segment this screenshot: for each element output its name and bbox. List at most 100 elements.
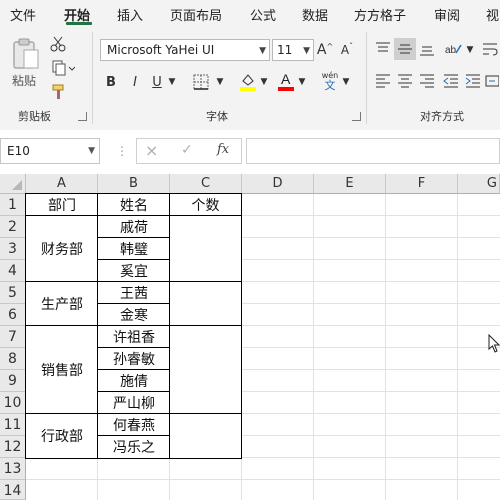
font-launcher-icon[interactable]: [352, 112, 361, 121]
row-header-13[interactable]: 13: [0, 458, 26, 480]
paste-icon: [13, 38, 39, 69]
cell-count-sales[interactable]: [169, 325, 242, 415]
column-header-g[interactable]: G: [458, 174, 500, 194]
row-header-2[interactable]: 2: [0, 216, 26, 238]
formula-input[interactable]: [246, 138, 500, 164]
name-box[interactable]: E10 ▼: [0, 138, 100, 164]
phonetic-bottom-label: 文: [324, 79, 336, 92]
cell-count-production[interactable]: [169, 281, 242, 327]
orientation-icon[interactable]: ab: [442, 38, 464, 60]
cell-dept-production[interactable]: 生产部: [25, 281, 99, 327]
tab-insert[interactable]: 插入: [117, 5, 143, 24]
cell-name[interactable]: 严山柳: [97, 391, 171, 415]
tab-review[interactable]: 审阅: [434, 5, 460, 24]
row-header-14[interactable]: 14: [0, 480, 26, 500]
cell-name[interactable]: 何春燕: [97, 413, 171, 437]
ribbon: 粘贴 剪贴板 Microsoft YaHei UI ▼ 11 ▼ A ^ Aˇ B…: [0, 26, 500, 131]
font-color-icon[interactable]: A: [276, 70, 296, 92]
align-top-icon[interactable]: [372, 38, 394, 60]
cell-b1[interactable]: 姓名: [97, 193, 171, 217]
column-header-d[interactable]: D: [242, 174, 314, 194]
cell-name[interactable]: 戚荷: [97, 215, 171, 239]
copy-icon[interactable]: [48, 58, 78, 78]
column-header-f[interactable]: F: [386, 174, 458, 194]
decrease-indent-icon[interactable]: [440, 70, 462, 92]
cancel-icon[interactable]: ×: [145, 141, 158, 160]
borders-icon[interactable]: [190, 72, 212, 92]
chevron-down-icon[interactable]: ▼: [340, 72, 352, 92]
column-header-a[interactable]: A: [26, 174, 98, 194]
cell-name[interactable]: 冯乐之: [97, 435, 171, 459]
grow-font-button[interactable]: A ^: [316, 40, 334, 60]
column-header-c[interactable]: C: [170, 174, 242, 194]
formula-buttons: × ✓ fx: [136, 138, 242, 164]
row-header-8[interactable]: 8: [0, 348, 26, 370]
align-right-icon[interactable]: [416, 70, 438, 92]
merge-center-icon[interactable]: [484, 70, 500, 92]
svg-text:A: A: [281, 71, 291, 87]
chevron-down-icon[interactable]: ▼: [464, 40, 476, 60]
cell-name[interactable]: 孙睿敏: [97, 347, 171, 371]
row-header-1[interactable]: 1: [0, 194, 26, 216]
font-family-select[interactable]: Microsoft YaHei UI ▼: [100, 39, 270, 61]
grow-font-icon: A: [316, 42, 327, 58]
format-painter-icon[interactable]: [48, 82, 68, 102]
cell-dept-sales[interactable]: 销售部: [25, 325, 99, 415]
cell-name[interactable]: 奚宜: [97, 259, 171, 283]
row-header-9[interactable]: 9: [0, 370, 26, 392]
phonetic-guide-button[interactable]: wén 文: [318, 68, 342, 94]
increase-indent-icon[interactable]: [462, 70, 484, 92]
tab-page-layout[interactable]: 页面布局: [170, 5, 222, 24]
cell-dept-admin[interactable]: 行政部: [25, 413, 99, 459]
wrap-text-icon[interactable]: [480, 38, 500, 60]
row-header-12[interactable]: 12: [0, 436, 26, 458]
align-bottom-icon[interactable]: [416, 38, 438, 60]
tab-fangfang[interactable]: 方方格子: [354, 5, 406, 24]
cell-name[interactable]: 王茜: [97, 281, 171, 305]
fill-color-icon[interactable]: [238, 70, 258, 92]
chevron-down-icon: ▼: [303, 46, 310, 56]
align-middle-icon[interactable]: [394, 38, 416, 60]
chevron-down-icon[interactable]: ▼: [214, 72, 226, 92]
align-left-icon[interactable]: [372, 70, 394, 92]
paste-label: 粘贴: [12, 74, 37, 88]
insert-function-icon[interactable]: fx: [217, 142, 229, 157]
cell-name[interactable]: 许祖香: [97, 325, 171, 349]
cell-name[interactable]: 施倩: [97, 369, 171, 393]
tab-formulas[interactable]: 公式: [250, 5, 276, 24]
row-header-5[interactable]: 5: [0, 282, 26, 304]
chevron-down-icon[interactable]: ▼: [296, 72, 308, 92]
italic-button[interactable]: I: [126, 72, 144, 92]
column-header-b[interactable]: B: [98, 174, 170, 194]
tab-view[interactable]: 视: [486, 5, 499, 24]
enter-icon[interactable]: ✓: [181, 142, 193, 158]
cell-dept-finance[interactable]: 财务部: [25, 215, 99, 283]
tab-file[interactable]: 文件: [10, 5, 36, 24]
row-header-7[interactable]: 7: [0, 326, 26, 348]
cell-count-admin[interactable]: [169, 413, 242, 459]
cell-a1[interactable]: 部门: [25, 193, 99, 217]
underline-button[interactable]: U: [148, 72, 166, 92]
drag-handle-icon[interactable]: ⋮: [116, 144, 128, 158]
bold-button[interactable]: B: [102, 72, 120, 92]
cell-name[interactable]: 金寒: [97, 303, 171, 327]
row-header-11[interactable]: 11: [0, 414, 26, 436]
row-header-4[interactable]: 4: [0, 260, 26, 282]
cut-icon[interactable]: [48, 34, 68, 54]
shrink-font-icon: A: [340, 43, 350, 57]
row-header-6[interactable]: 6: [0, 304, 26, 326]
align-center-icon[interactable]: [394, 70, 416, 92]
select-all-corner[interactable]: [0, 174, 26, 194]
cell-c1[interactable]: 个数: [169, 193, 242, 217]
chevron-down-icon[interactable]: ▼: [166, 72, 178, 92]
shrink-font-button[interactable]: Aˇ: [338, 40, 356, 60]
row-header-10[interactable]: 10: [0, 392, 26, 414]
row-header-3[interactable]: 3: [0, 238, 26, 260]
tab-data[interactable]: 数据: [302, 5, 328, 24]
chevron-down-icon[interactable]: ▼: [258, 72, 270, 92]
font-size-select[interactable]: 11 ▼: [272, 39, 314, 61]
cell-name[interactable]: 韩璧: [97, 237, 171, 261]
cell-count-finance[interactable]: [169, 215, 242, 283]
clipboard-launcher-icon[interactable]: [78, 112, 87, 121]
column-header-e[interactable]: E: [314, 174, 386, 194]
